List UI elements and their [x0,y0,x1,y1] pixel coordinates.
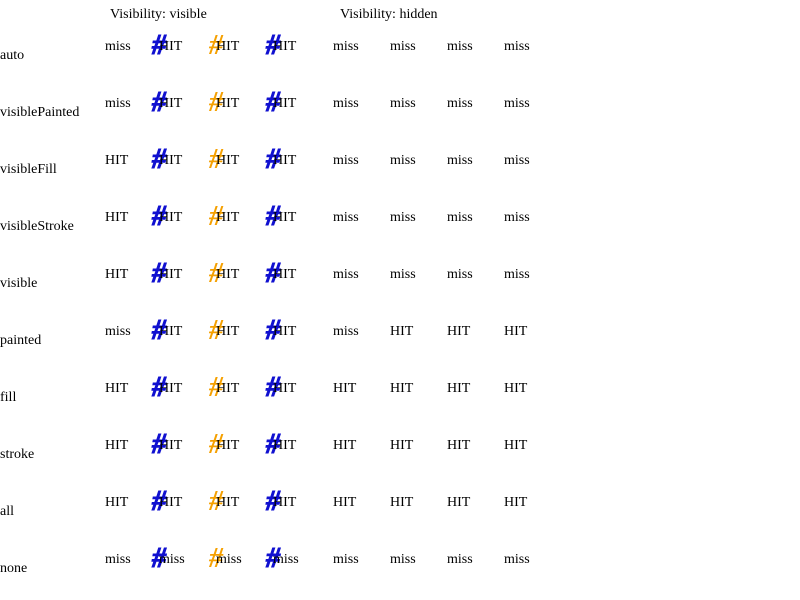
result-text: HIT [105,153,129,168]
result-text: HIT [273,324,297,339]
result-text: miss [447,96,473,111]
result-text: miss [390,96,416,111]
result-text: miss [105,96,131,111]
result-text: miss [504,96,530,111]
row-label: visibleStroke [0,219,74,234]
result-text: HIT [159,438,183,453]
result-text: HIT [159,153,183,168]
result-text: HIT [105,267,129,282]
row-label: visible [0,276,38,291]
result-text: HIT [333,438,357,453]
result-text: HIT [504,324,528,339]
result-text: HIT [504,495,528,510]
result-text: miss [504,552,530,567]
result-text: miss [333,324,359,339]
result-text: miss [504,210,530,225]
result-text: HIT [273,210,297,225]
result-text: miss [105,39,131,54]
result-text: HIT [159,210,183,225]
result-text: miss [447,39,473,54]
result-text: HIT [216,381,240,396]
result-text: HIT [447,438,471,453]
result-text: miss [159,552,185,567]
result-text: miss [216,552,242,567]
hit-test-grid: Visibility: visible Visibility: hidden a… [0,0,800,600]
result-text: miss [447,153,473,168]
result-text: HIT [105,381,129,396]
row-label: painted [0,333,42,348]
header-visibility-visible: Visibility: visible [110,7,207,22]
result-text: HIT [447,324,471,339]
result-text: miss [447,267,473,282]
row-label: auto [0,48,25,63]
row-label: visibleFill [0,162,57,177]
result-text: miss [390,267,416,282]
result-text: HIT [273,96,297,111]
row-label: visiblePainted [0,105,80,120]
result-text: miss [333,210,359,225]
result-text: HIT [447,381,471,396]
result-text: miss [390,210,416,225]
result-text: HIT [159,495,183,510]
result-text: HIT [216,495,240,510]
result-text: miss [447,552,473,567]
row-label: none [0,561,28,576]
result-text: HIT [105,495,129,510]
result-text: miss [333,552,359,567]
result-text: miss [333,39,359,54]
result-text: HIT [504,381,528,396]
result-text: miss [333,153,359,168]
result-text: HIT [159,96,183,111]
result-text: miss [333,96,359,111]
result-text: HIT [159,267,183,282]
result-text: HIT [390,438,414,453]
result-text: HIT [333,381,357,396]
result-text: HIT [273,438,297,453]
header-visibility-hidden: Visibility: hidden [340,7,438,22]
result-text: HIT [159,39,183,54]
result-text: HIT [216,39,240,54]
result-text: miss [504,267,530,282]
result-text: HIT [159,381,183,396]
result-text: HIT [216,438,240,453]
result-text: HIT [273,153,297,168]
result-text: HIT [390,324,414,339]
result-text: HIT [216,324,240,339]
result-text: miss [273,552,299,567]
result-text: HIT [273,39,297,54]
result-text: HIT [216,96,240,111]
result-text: HIT [216,153,240,168]
result-text: miss [105,552,131,567]
row-label: fill [0,390,17,405]
result-text: HIT [216,267,240,282]
result-text: miss [390,39,416,54]
result-text: HIT [390,495,414,510]
result-text: HIT [159,324,183,339]
result-text: HIT [333,495,357,510]
result-text: HIT [504,438,528,453]
row-label: all [0,504,14,519]
result-text: miss [504,39,530,54]
result-text: HIT [390,381,414,396]
result-text: HIT [216,210,240,225]
result-text: miss [390,153,416,168]
result-text: HIT [105,438,129,453]
result-text: HIT [273,267,297,282]
result-text: HIT [105,210,129,225]
row-label: stroke [0,447,35,462]
result-text: miss [447,210,473,225]
result-text: miss [504,153,530,168]
result-text: HIT [273,495,297,510]
result-text: miss [333,267,359,282]
result-text: miss [105,324,131,339]
result-text: HIT [447,495,471,510]
result-text: miss [390,552,416,567]
result-text: HIT [273,381,297,396]
